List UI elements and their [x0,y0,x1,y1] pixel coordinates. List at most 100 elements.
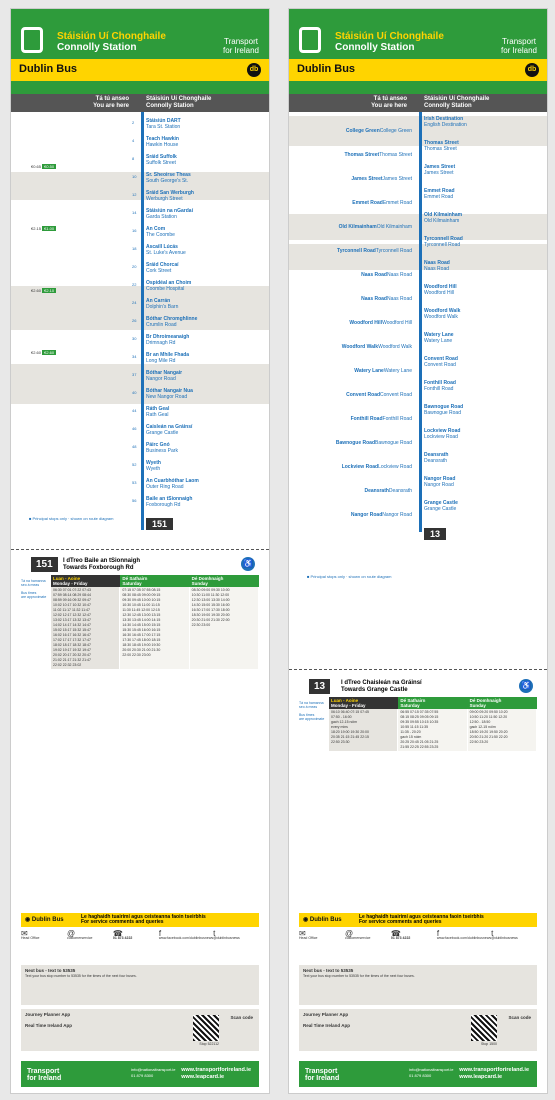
at-icon: @ [344,929,354,938]
stop-item-left: Naas RoadNaas Road [361,296,412,302]
dublin-bus-logo-icon: db [525,63,539,77]
stop-number: 40 [132,390,137,395]
stop-number: 56 [132,498,137,503]
route-number: 13 [309,679,331,694]
stop-item-left: Woodford WalkWoodford Walk [341,344,412,350]
mail-icon: ✉ [21,929,28,938]
timetable: 13 I dTreo Chaisleán na Gráinsí Towards G… [299,679,537,751]
header: Stáisiún Uí Chonghaile Connolly Station … [11,9,269,94]
stop-item: Convent Road Convent Road [424,356,458,368]
stop-item: Sráid San Werburgh Werburgh Street [146,190,194,202]
stop-item-left: James StreetJames Street [351,176,412,182]
stop-number: 26 [132,318,137,323]
stop-item: Irish Destination English Destination [424,116,467,128]
stop-item: Deansrath Deansrath [424,452,449,464]
fare-info: €2.15 €1.00 [31,226,57,231]
qr-code [193,1015,219,1041]
direction: I dTreo Chaisleán na Gráinsí Towards Gran… [341,680,422,693]
stop-number: 52 [132,462,137,467]
stop-item: Stáisiún DART Tara St. Station [146,118,181,130]
timetable: 151 I dTreo Baile an tSionnaigh Towards F… [21,557,259,669]
stop-item: Br Dhroimeanaigh Drimnagh Rd [146,334,190,346]
stop-item-left: Naas RoadNaas Road [361,272,412,278]
stop-name-en: Connolly Station [57,42,137,53]
stop-item: Caisleán na Gráinsí Grange Castle [146,424,193,436]
fare-info: €2.60 €2.60 [31,350,57,355]
sunday-times: 09:00 09:20 09:50 10:20 10:50 11:20 11:5… [467,709,537,751]
stop-item: Tyrconnell Road Tyrconnell Road [424,236,463,248]
stop-item-left: DeansrathDeansrath [364,488,412,494]
timetable-panel-151: Stáisiún Uí Chonghaile Connolly Station … [10,8,270,1094]
shade-band [11,364,269,404]
shade-band [11,172,269,200]
footer: ◉ Dublin Bus Le haghaidh tuairimí agus ce… [11,913,269,1093]
stop-item: Bóthar Chromghlinne Crumlin Road [146,316,198,328]
dublin-bus-logo-icon: db [247,63,261,77]
stop-number: 4 [132,138,135,143]
stop-item-left: Tyrconnell RoadTyrconnell Road [337,248,412,254]
stop-number: 8 [132,156,135,161]
tfi-logo: Transport for Ireland [222,37,259,55]
route-line [419,112,422,532]
route-badge: 13 [424,528,447,540]
fare-info: €0.65 €0.50 [31,164,57,169]
stop-item: Naas Road Naas Road [424,260,450,272]
stop-item-left: Thomas StreetThomas Street [344,152,412,158]
header: Stáisiún Uí Chonghaile Connolly Station … [289,9,547,94]
stop-item: Fonthill Road Fonthill Road [424,380,456,392]
legend: ■ Principal stops only · shown on route … [29,516,114,521]
stop-item: Woodford Walk Woodford Walk [424,308,461,320]
stop-item: Bóthar Nangair Nangor Road [146,370,183,382]
direction: I dTreo Baile an tSionnaigh Towards Foxbo… [63,558,141,571]
stop-item: Ráth Geal Rath Geal [146,406,170,418]
stop-number: 48 [132,444,137,449]
stop-item-left: Emmet RoadEmmet Road [352,200,412,206]
shade-band [289,244,547,270]
bus-icon [299,27,321,53]
stop-item: Bawnogue Road Bawnogue Road [424,404,464,416]
stop-item: James Street James Street [424,164,456,176]
tfi-footer-bar: Transport for Ireland info@nationaltranspo… [21,1061,259,1087]
stop-item: Páirc Gnó Business Park [146,442,178,454]
stop-item: Watery Lane Watery Lane [424,332,454,344]
stop-item-left: Woodford HillWoodford Hill [349,320,412,326]
fare-info: €2.60 €2.10 [31,288,57,293]
route-diagram: Tá tú anseo You are here Stáisiún Uí Chon… [289,94,547,579]
footer: ◉ Dublin Bus Le haghaidh tuairimí agus ce… [289,913,547,1093]
legend: ■ Principal stops only · shown on route … [307,574,392,579]
sunday-times: 08:30 09:00 09:30 10:00 10:30 11:00 11:3… [189,587,259,669]
stop-item: Emmet Road Emmet Road [424,188,455,200]
stop-number: 22 [132,282,137,287]
stop-name-en: Connolly Station [335,42,415,53]
stop-item: Baile an tSionnaigh Foxborough Rd [146,496,193,508]
weekday-times: 06:30 07:01 07:22 07:43 07:59 08:14 08:2… [51,587,121,669]
saturday-times: 07:15 07:35 07:55 08:15 08:30 08:45 09:0… [120,587,190,669]
timetable-panel-13: Stáisiún Uí Chonghaile Connolly Station … [288,8,548,1094]
stop-item: Lockview Road Lockview Road [424,428,461,440]
stop-item: Thomas Street Thomas Street [424,140,459,152]
accessible-icon: ♿ [241,557,255,571]
stop-item-left: Watery LaneWatery Lane [354,368,412,374]
stop-name-ga: Stáisiún Uí Chonghaile [57,31,166,42]
stop-number: 24 [132,300,137,305]
stop-name-ga: Stáisiún Uí Chonghaile [335,31,444,42]
stop-item-left: Bawnogue RoadBawnogue Road [335,440,412,446]
stop-item: Wyeth Wyeth [146,460,161,472]
route-diagram: Tá tú anseo You are here Stáisiún Uí Chon… [11,94,269,530]
stop-number: 14 [132,210,137,215]
stop-number: 18 [132,246,137,251]
stop-item-left: Lockview RoadLockview Road [341,464,412,470]
saturday-header: Dé Sathairn Saturday [120,575,190,587]
stop-number: 44 [132,408,137,413]
stop-item-left: College GreenCollege Green [345,128,412,134]
stop-item: Nangor Road Nangor Road [424,476,456,488]
stop-item-left: Nangor RoadNangor Road [350,512,412,518]
stop-item: Br an Mhíle Fhada Long Mile Rd [146,352,190,364]
stop-item: Ascaill Lúcás St. Luke's Avenue [146,244,186,256]
route-badge: 151 [146,518,174,530]
stop-number: 46 [132,426,137,431]
stop-number: 34 [132,354,137,359]
stop-item: Teach Hawkin Hawkin House [146,136,179,148]
dublin-bus-logo: ◉ Dublin Bus [25,917,64,923]
timetable-note: Tá na hamanna seo á meas Bus times are appr… [21,579,47,599]
